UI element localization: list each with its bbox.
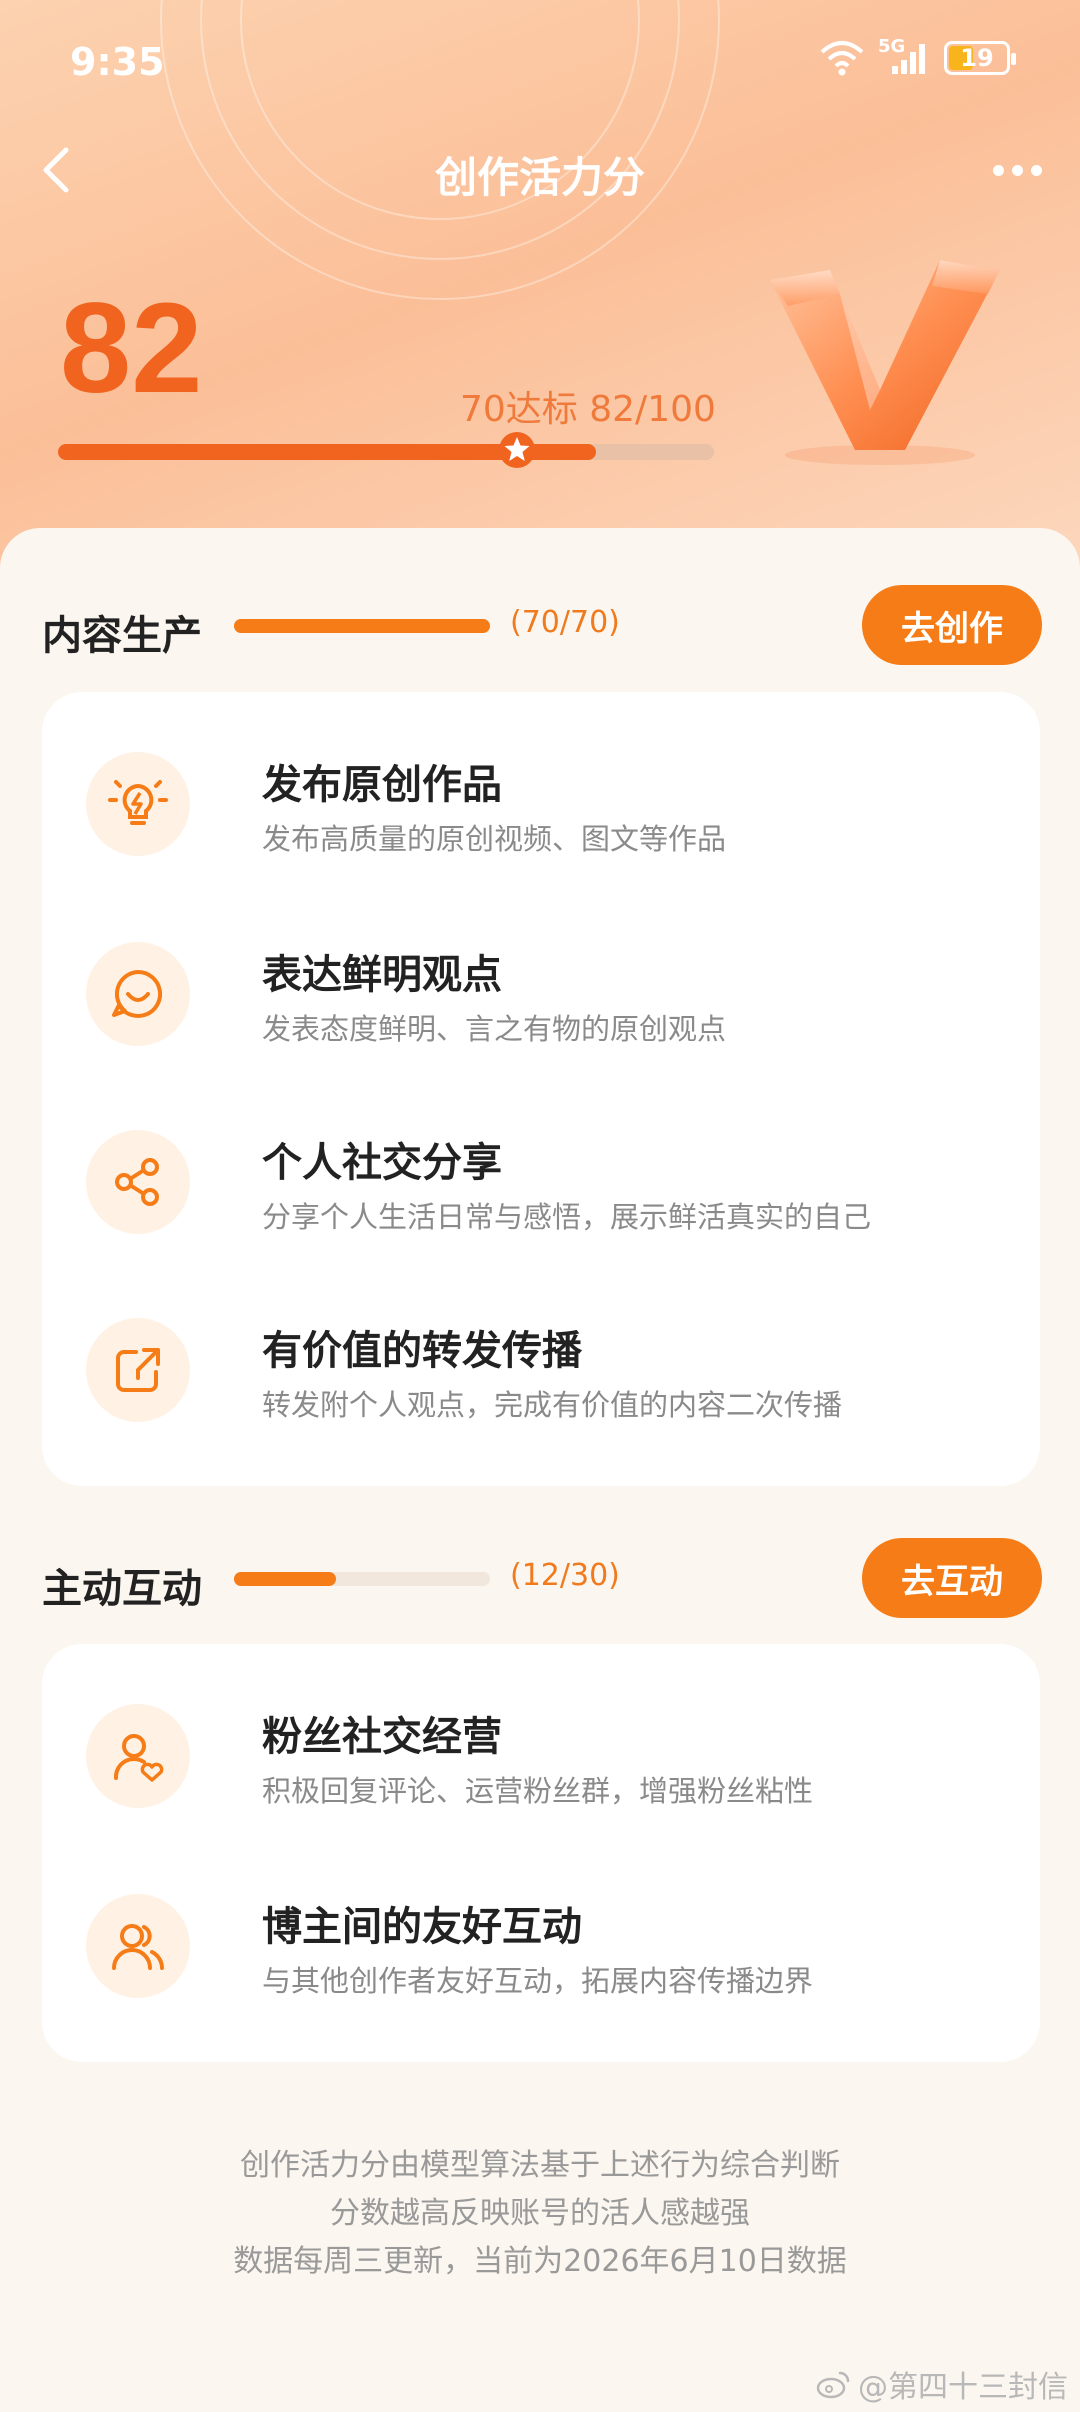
wifi-icon [820,41,864,76]
list-item[interactable]: 博主间的友好互动 与其他创作者友好互动，拓展内容传播边界 [86,1894,986,2014]
list-item[interactable]: 发布原创作品 发布高质量的原创视频、图文等作品 [86,752,986,872]
fan-heart-icon [86,1704,190,1808]
footer-note: 创作活力分由模型算法基于上述行为综合判断 分数越高反映账号的活人感越强 数据每周… [0,2142,1080,2286]
footer-line: 创作活力分由模型算法基于上述行为综合判断 [240,2148,840,2183]
item-description: 积极回复评论、运营粉丝群，增强粉丝粘性 [262,1774,814,1808]
smile-chat-icon [86,942,190,1046]
go-create-button[interactable]: 去创作 [862,585,1042,665]
section-count: (12/30) [510,1558,620,1593]
score-target-text: 70达标 82/100 [460,389,716,430]
more-button[interactable] [982,150,1052,190]
section-title: 内容生产 [42,613,202,659]
page-title: 创作活力分 [434,153,645,202]
score-value: 82 [60,277,203,420]
score-progress-bar [58,432,714,468]
lightbulb-icon [86,752,190,856]
more-dot [1030,164,1042,176]
list-item[interactable]: 有价值的转发传播 转发附个人观点，完成有价值的内容二次传播 [86,1318,986,1438]
nav-bar: 创作活力分 [0,120,1080,220]
battery-level: 19 [960,44,994,72]
section-progress-bar [234,1572,490,1586]
section-content-production: 内容生产 (70/70) 去创作 [42,585,1042,665]
item-title: 粉丝社交经营 [262,1714,502,1760]
more-dot [1011,164,1023,176]
watermark-text: @第四十三封信 [858,2370,1068,2405]
section-progress-fill [234,1572,337,1586]
section-progress-fill [234,619,490,633]
item-title: 表达鲜明观点 [262,952,502,998]
weibo-logo-icon [816,2371,850,2399]
item-description: 转发附个人观点，完成有价值的内容二次传播 [262,1388,843,1422]
footer-line: 分数越高反映账号的活人感越强 [330,2196,750,2231]
list-item[interactable]: 个人社交分享 分享个人生活日常与感悟，展示鲜活真实的自己 [86,1130,986,1250]
item-description: 分享个人生活日常与感悟，展示鲜活真实的自己 [262,1200,872,1234]
share-icon [86,1130,190,1234]
battery-icon: 19 [944,41,1016,75]
status-bar: 9:35 5G 19 [0,30,1080,100]
more-dot [992,164,1004,176]
list-item[interactable]: 表达鲜明观点 发表态度鲜明、言之有物的原创观点 [86,942,986,1062]
section-count: (70/70) [510,605,620,640]
status-icons: 5G 19 [820,36,1016,76]
active-interaction-card: 粉丝社交经营 积极回复评论、运营粉丝群，增强粉丝粘性 博主间的友好互动 与其他创… [42,1644,1040,2062]
v-logo-icon [770,260,1000,465]
item-description: 发表态度鲜明、言之有物的原创观点 [262,1012,727,1046]
users-icon [86,1894,190,1998]
content-production-card: 发布原创作品 发布高质量的原创视频、图文等作品 表达鲜明观点 发表态度鲜明、言之… [42,692,1040,1486]
watermark: @第四十三封信 [816,2362,1068,2406]
go-interact-button[interactable]: 去互动 [862,1538,1042,1618]
signal-icon: 5G [878,36,930,76]
item-description: 发布高质量的原创视频、图文等作品 [262,822,727,856]
list-item[interactable]: 粉丝社交经营 积极回复评论、运营粉丝群，增强粉丝粘性 [86,1704,986,1824]
footer-line: 数据每周三更新，当前为2026年6月10日数据 [233,2244,847,2279]
item-title: 博主间的友好互动 [262,1904,582,1950]
repost-icon [86,1318,190,1422]
item-title: 个人社交分享 [262,1140,502,1186]
target-star-icon [499,432,536,468]
item-title: 发布原创作品 [262,762,502,808]
item-title: 有价值的转发传播 [262,1328,582,1374]
section-progress-bar [234,619,490,633]
item-description: 与其他创作者友好互动，拓展内容传播边界 [262,1964,814,1998]
section-active-interaction: 主动互动 (12/30) 去互动 [42,1538,1042,1618]
status-time: 9:35 [70,40,165,84]
section-title: 主动互动 [42,1566,202,1612]
